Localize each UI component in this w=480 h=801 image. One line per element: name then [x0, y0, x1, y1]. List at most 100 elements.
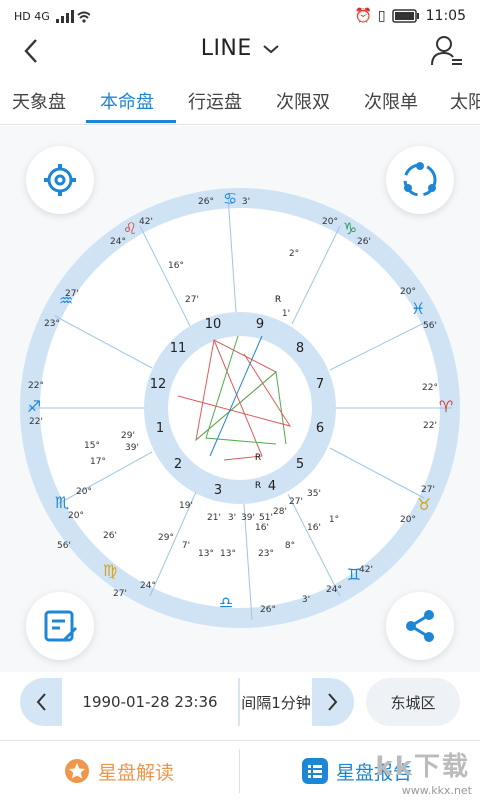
outer-degree-label: 56' — [423, 321, 437, 331]
next-time-button[interactable] — [312, 678, 354, 726]
zodiac-sign: ♏ — [55, 493, 69, 512]
signal-icon — [55, 10, 90, 23]
planet-degree-label: 15° — [84, 441, 100, 451]
planet-degree-label: 51' — [259, 513, 273, 523]
zodiac-sign: ♑ — [343, 219, 357, 238]
tab-cixian-single[interactable]: 次限单 — [364, 88, 418, 114]
planet-degree-label: 17° — [90, 457, 106, 467]
outer-degree-label: 22° — [28, 381, 44, 391]
prev-time-button[interactable] — [20, 678, 62, 726]
planet-degree-label: R — [255, 481, 261, 491]
planet-degree-label: 21' — [207, 513, 221, 523]
planet-degree-label: 1' — [282, 309, 290, 319]
chevron-down-icon — [263, 45, 279, 54]
planet-degree-label: 19' — [179, 501, 193, 511]
outer-degree-label: 42' — [139, 217, 153, 227]
chevron-left-icon — [36, 693, 46, 711]
tab-tianxiang[interactable]: 天象盘 — [12, 88, 66, 114]
planet-degree-label: 39' — [125, 443, 139, 453]
planet-degree-label: 16° — [168, 261, 184, 271]
tab-taiyang[interactable]: 太阳 — [450, 88, 480, 114]
outer-degree-label: 22° — [422, 383, 438, 393]
chart-type-tabs: 天象盘 本命盘 行运盘 次限双 次限单 太阳 — [0, 76, 480, 125]
interval-display[interactable]: 间隔1分钟 — [240, 678, 312, 726]
outer-degree-label: 20° — [400, 287, 416, 297]
zodiac-sign: ♈ — [439, 397, 453, 416]
vibrate-icon: ▯ — [377, 8, 386, 24]
outer-degree-label: 22' — [29, 417, 43, 427]
planet-degree-label: 39' — [241, 513, 255, 523]
house-number: 8 — [296, 341, 304, 356]
zodiac-sign: ♍ — [103, 561, 117, 580]
planet-degree-label: 16' — [307, 523, 321, 533]
planet-degree-label: 23° — [258, 549, 274, 559]
planet-degree-label: 29' — [121, 431, 135, 441]
house-number: 10 — [205, 317, 222, 332]
house-number: 1 — [156, 421, 164, 436]
tab-benming[interactable]: 本命盘 — [100, 88, 154, 114]
status-bar: HD 4G ⏰ ▯ 11:05 — [0, 0, 480, 32]
house-number: 3 — [214, 483, 222, 498]
outer-degree-label: 24° — [140, 581, 156, 591]
status-right: ⏰ ▯ 11:05 — [354, 8, 466, 24]
planet-degree-label: 28' — [273, 507, 287, 517]
interpretation-label: 星盘解读 — [98, 761, 175, 784]
zodiac-sign: ♋ — [223, 189, 237, 208]
clock-time: 11:05 — [425, 8, 466, 24]
outer-degree-label: 27' — [65, 289, 79, 299]
page-title-wrap[interactable]: LINE — [0, 36, 480, 61]
user-list-icon — [431, 36, 462, 66]
active-tab-indicator — [86, 120, 176, 123]
planet-degree-label: R — [275, 295, 281, 305]
planet-degree-label: 35' — [307, 489, 321, 499]
outer-degree-label: 56' — [57, 541, 71, 551]
battery-icon — [391, 9, 419, 23]
connect-button[interactable] — [386, 146, 454, 214]
house-number: 6 — [316, 421, 324, 436]
gear-icon — [44, 164, 76, 196]
chart-interpretation-button[interactable]: 星盘解读 — [64, 753, 174, 789]
planet-degree-label: 16' — [255, 523, 269, 533]
planet-degree-label: 3' — [228, 513, 236, 523]
planet-degree-label: 13° — [198, 549, 214, 559]
location-button[interactable]: 东城区 — [366, 678, 460, 726]
planet-degree-label: 1° — [329, 515, 339, 525]
planet-degree-label: R — [255, 453, 261, 463]
nav-bar: LINE — [0, 32, 480, 72]
outer-degree-label: 3' — [242, 197, 250, 207]
house-number: 12 — [150, 377, 167, 392]
alarm-icon: ⏰ — [354, 8, 372, 24]
star-badge-icon — [65, 759, 89, 783]
bottom-divider — [239, 749, 240, 793]
outer-degree-label: 24° — [110, 237, 126, 247]
signal-text: HD 4G — [14, 9, 50, 23]
watermark-url: www.kkx.net — [401, 784, 472, 797]
chevron-right-icon — [328, 693, 338, 711]
house-number: 2 — [174, 457, 182, 472]
zodiac-sign: ♉ — [417, 495, 431, 514]
user-list-button[interactable] — [430, 34, 464, 68]
planet-degree-label: 29° — [158, 533, 174, 543]
tab-cixian-double[interactable]: 次限双 — [276, 88, 330, 114]
share-icon — [406, 610, 434, 642]
zodiac-sign: ♎ — [219, 593, 233, 612]
outer-degree-label: 26° — [260, 605, 276, 615]
outer-degree-label: 42' — [359, 565, 373, 575]
list-report-icon — [302, 758, 328, 784]
outer-degree-label: 20° — [322, 217, 338, 227]
edit-note-button[interactable] — [26, 592, 94, 660]
house-number: 5 — [296, 457, 304, 472]
date-bar: 1990-01-28 23:36 间隔1分钟 东城区 — [0, 672, 480, 736]
status-left: HD 4G — [14, 9, 90, 23]
settings-button[interactable] — [26, 146, 94, 214]
planet-degree-label: 13° — [220, 549, 236, 559]
datetime-display[interactable]: 1990-01-28 23:36 — [62, 678, 238, 726]
share-button[interactable] — [386, 592, 454, 660]
outer-degree-label: 20° — [68, 511, 84, 521]
outer-degree-label: 23° — [44, 319, 60, 329]
outer-degree-label: 26' — [357, 237, 371, 247]
tab-xingyun[interactable]: 行运盘 — [188, 88, 242, 114]
zodiac-sign: ♓ — [411, 299, 425, 318]
outer-degree-label: 3' — [302, 595, 310, 605]
outer-degree-label: 20° — [400, 515, 416, 525]
